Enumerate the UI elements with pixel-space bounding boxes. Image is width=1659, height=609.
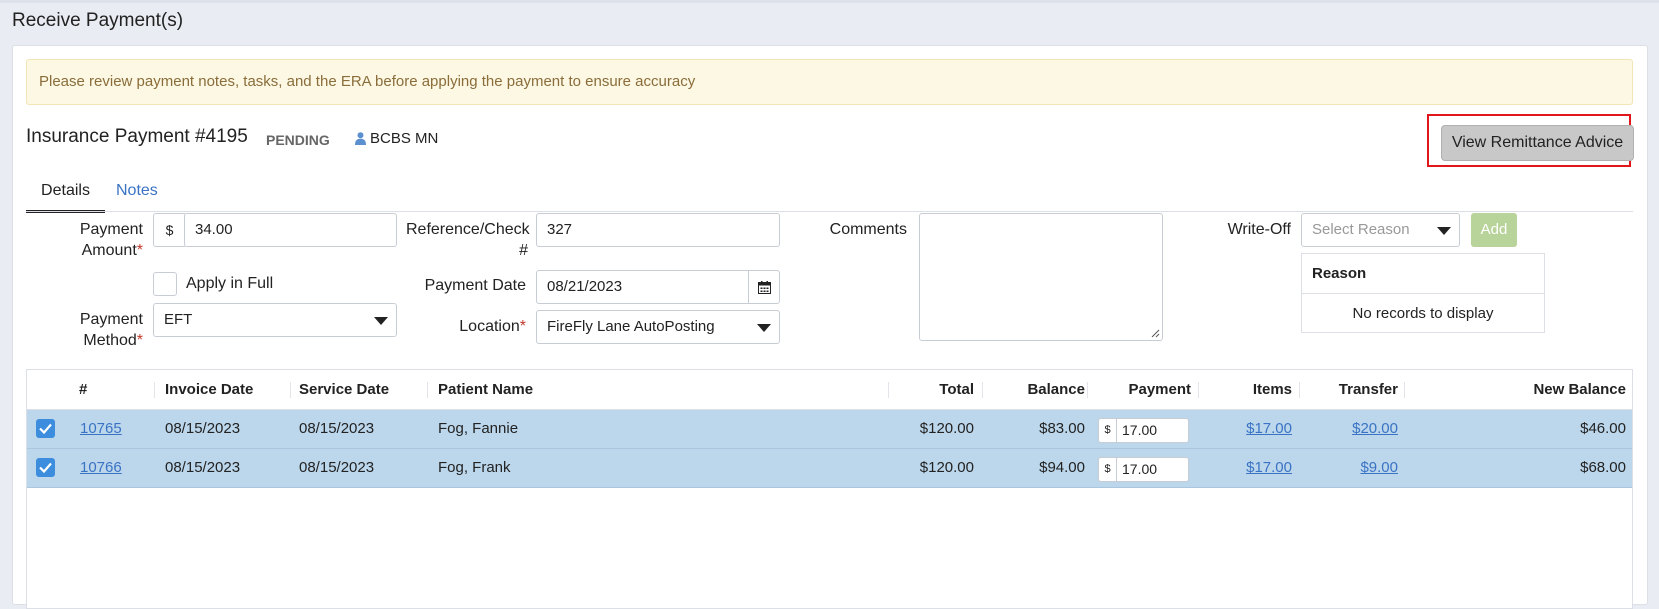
service-date: 08/15/2023 <box>299 459 375 476</box>
payment-method-select[interactable]: EFT <box>153 303 397 337</box>
col-payment[interactable]: Payment <box>1128 381 1191 398</box>
payment-title: Insurance Payment #4195 <box>26 126 248 147</box>
view-remittance-advice-button[interactable]: View Remittance Advice <box>1441 125 1634 161</box>
col-new-balance[interactable]: New Balance <box>1533 381 1626 398</box>
service-date: 08/15/2023 <box>299 420 375 437</box>
chevron-down-icon <box>374 317 388 325</box>
invoice-grid: # Invoice Date Service Date Patient Name… <box>26 369 1633 609</box>
payment-amount-label: Payment Amount* <box>79 221 143 259</box>
chevron-down-icon <box>1437 227 1451 235</box>
payment-amount-input[interactable]: 34.00 <box>184 213 397 247</box>
total: $120.00 <box>919 459 974 476</box>
items-link[interactable]: $17.00 <box>1246 459 1292 476</box>
col-items[interactable]: Items <box>1253 381 1292 398</box>
payment-input[interactable]: 17.00 <box>1116 457 1189 482</box>
payment-date-input[interactable]: 08/21/2023 <box>536 270 749 304</box>
tab-notes[interactable]: Notes <box>116 182 158 200</box>
payment-input[interactable]: 17.00 <box>1116 418 1189 443</box>
payer-name: BCBS MN <box>370 130 439 147</box>
currency-prefix: $ <box>1098 457 1116 482</box>
row-checkbox[interactable] <box>36 419 55 438</box>
comments-textarea[interactable] <box>919 213 1163 341</box>
comments-label: Comments <box>829 221 907 238</box>
invoice-date: 08/15/2023 <box>165 459 241 476</box>
payment-date-label: Payment Date <box>424 277 526 294</box>
payer: BCBS MN <box>355 130 438 147</box>
payment-method-label: Payment Method* <box>79 311 143 349</box>
col-number[interactable]: # <box>79 381 87 398</box>
review-alert: Please review payment notes, tasks, and … <box>26 59 1633 105</box>
table-row[interactable]: 10765 08/15/2023 08/15/2023 Fog, Fannie … <box>27 410 1632 449</box>
invoice-date: 08/15/2023 <box>165 420 241 437</box>
col-balance[interactable]: Balance <box>1027 381 1085 398</box>
new-balance: $46.00 <box>1580 420 1626 437</box>
calendar-icon <box>757 280 771 294</box>
row-checkbox[interactable] <box>36 458 55 477</box>
col-transfer[interactable]: Transfer <box>1339 381 1398 398</box>
resize-handle-icon[interactable] <box>1150 328 1160 338</box>
currency-prefix: $ <box>1098 418 1116 443</box>
chevron-down-icon <box>757 324 771 332</box>
items-link[interactable]: $17.00 <box>1246 420 1292 437</box>
balance: $83.00 <box>1039 420 1085 437</box>
apply-in-full-label: Apply in Full <box>186 275 274 292</box>
invoice-link[interactable]: 10766 <box>80 459 122 476</box>
writeoff-label: Write-Off <box>1227 221 1291 238</box>
reason-header: Reason <box>1302 254 1544 294</box>
location-label: Location* <box>459 318 526 335</box>
alert-text: Please review payment notes, tasks, and … <box>39 73 696 90</box>
page-title: Receive Payment(s) <box>12 10 184 31</box>
new-balance: $68.00 <box>1580 459 1626 476</box>
col-patient-name[interactable]: Patient Name <box>438 381 533 398</box>
tab-details[interactable]: Details <box>26 182 105 213</box>
payment-panel: Please review payment notes, tasks, and … <box>12 45 1648 609</box>
tabs-divider <box>26 211 1633 212</box>
patient-name: Fog, Fannie <box>438 420 519 437</box>
balance: $94.00 <box>1039 459 1085 476</box>
payment-input-group: $ 17.00 <box>1098 418 1189 443</box>
checkmark-icon <box>39 462 52 474</box>
currency-prefix: $ <box>153 213 185 247</box>
apply-in-full-checkbox[interactable] <box>153 272 177 296</box>
calendar-button[interactable] <box>748 270 780 304</box>
transfer-link[interactable]: $9.00 <box>1360 459 1398 476</box>
payment-input-group: $ 17.00 <box>1098 457 1189 482</box>
col-invoice-date[interactable]: Invoice Date <box>165 381 253 398</box>
total: $120.00 <box>919 420 974 437</box>
col-total[interactable]: Total <box>939 381 974 398</box>
grid-header: # Invoice Date Service Date Patient Name… <box>27 370 1632 410</box>
reference-input[interactable]: 327 <box>536 213 780 247</box>
writeoff-reason-table: Reason No records to display <box>1301 253 1545 333</box>
top-strip <box>0 0 1659 3</box>
status-badge: PENDING <box>266 132 330 148</box>
writeoff-reason-select[interactable]: Select Reason <box>1301 213 1460 247</box>
table-row[interactable]: 10766 08/15/2023 08/15/2023 Fog, Frank $… <box>27 449 1632 488</box>
patient-name: Fog, Frank <box>438 459 511 476</box>
location-select[interactable]: FireFly Lane AutoPosting <box>536 310 780 344</box>
invoice-link[interactable]: 10765 <box>80 420 122 437</box>
user-icon <box>355 132 366 145</box>
checkmark-icon <box>39 423 52 435</box>
col-service-date[interactable]: Service Date <box>299 381 389 398</box>
add-writeoff-button[interactable]: Add <box>1471 213 1517 247</box>
reference-label: Reference/Check # <box>406 221 530 259</box>
transfer-link[interactable]: $20.00 <box>1352 420 1398 437</box>
reason-empty-text: No records to display <box>1352 305 1494 322</box>
